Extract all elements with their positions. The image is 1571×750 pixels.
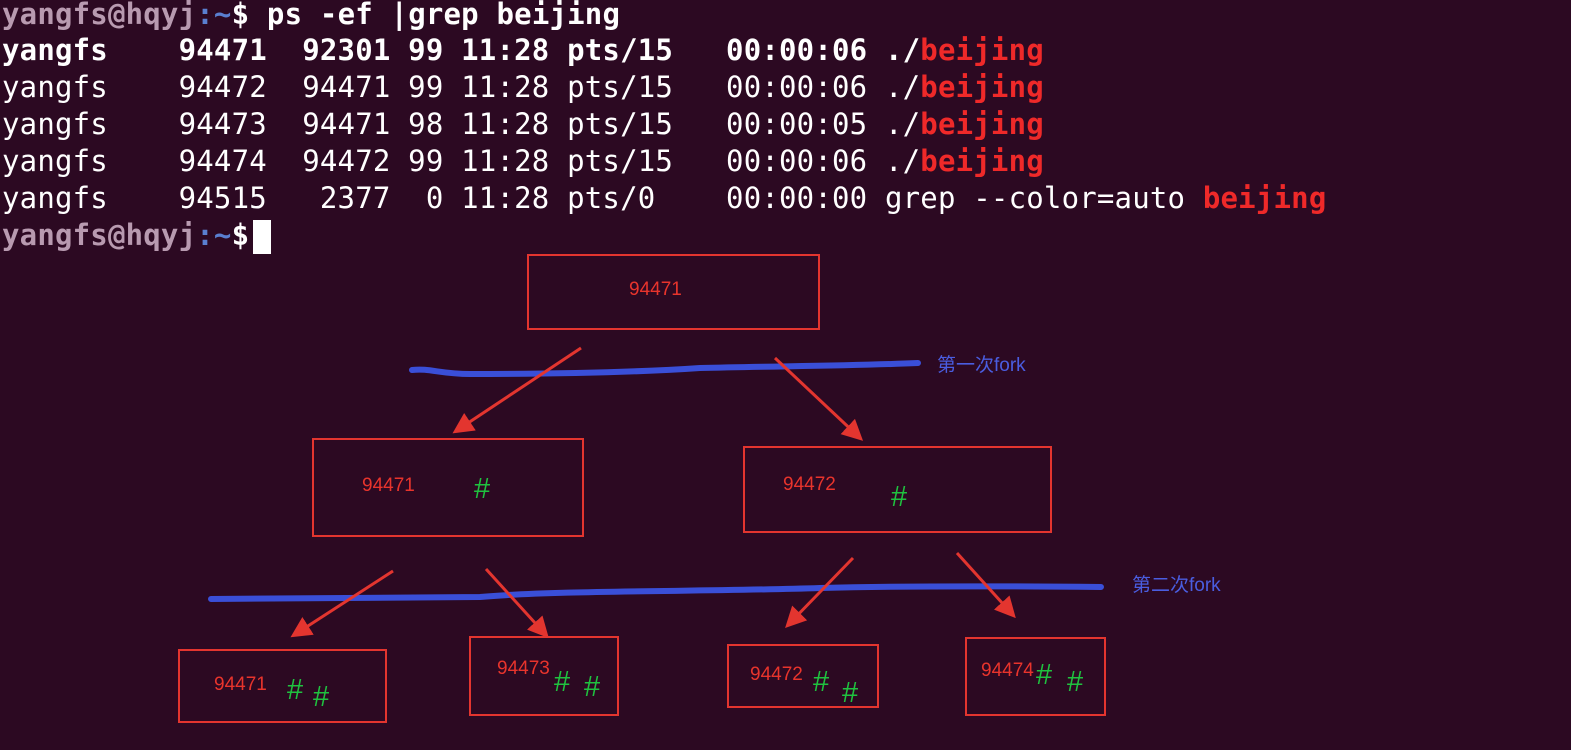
hash-mark: # — [1036, 659, 1053, 691]
first-fork-label: 第一次fork — [937, 355, 1026, 376]
fork-arrow — [290, 569, 394, 638]
process-pid: 94471 — [214, 674, 267, 695]
process-pid: 94471 — [629, 279, 682, 300]
hash-mark: # — [287, 674, 304, 706]
fork-arrow — [773, 356, 864, 441]
hash-mark: # — [474, 473, 491, 505]
process-pid: 94473 — [497, 658, 550, 679]
second-fork-line — [208, 583, 1104, 602]
hash-mark: # — [313, 681, 330, 713]
fork-arrow — [484, 567, 549, 639]
fork-diagram — [208, 346, 1104, 639]
process-pid: 94472 — [783, 474, 836, 495]
process-box-grandchild — [178, 649, 387, 723]
process-pid: 94472 — [750, 664, 803, 685]
process-box-parent — [312, 438, 584, 537]
first-fork-line — [409, 360, 921, 378]
process-pid: 94474 — [981, 660, 1034, 681]
hash-mark: # — [554, 666, 571, 698]
hash-mark: # — [1067, 666, 1084, 698]
hash-mark: # — [842, 677, 859, 709]
hash-mark: # — [891, 481, 908, 513]
hash-mark: # — [813, 666, 830, 698]
second-fork-label: 第二次fork — [1132, 575, 1221, 596]
hash-mark: # — [584, 671, 601, 703]
fork-arrow — [452, 346, 582, 434]
process-pid: 94471 — [362, 475, 415, 496]
